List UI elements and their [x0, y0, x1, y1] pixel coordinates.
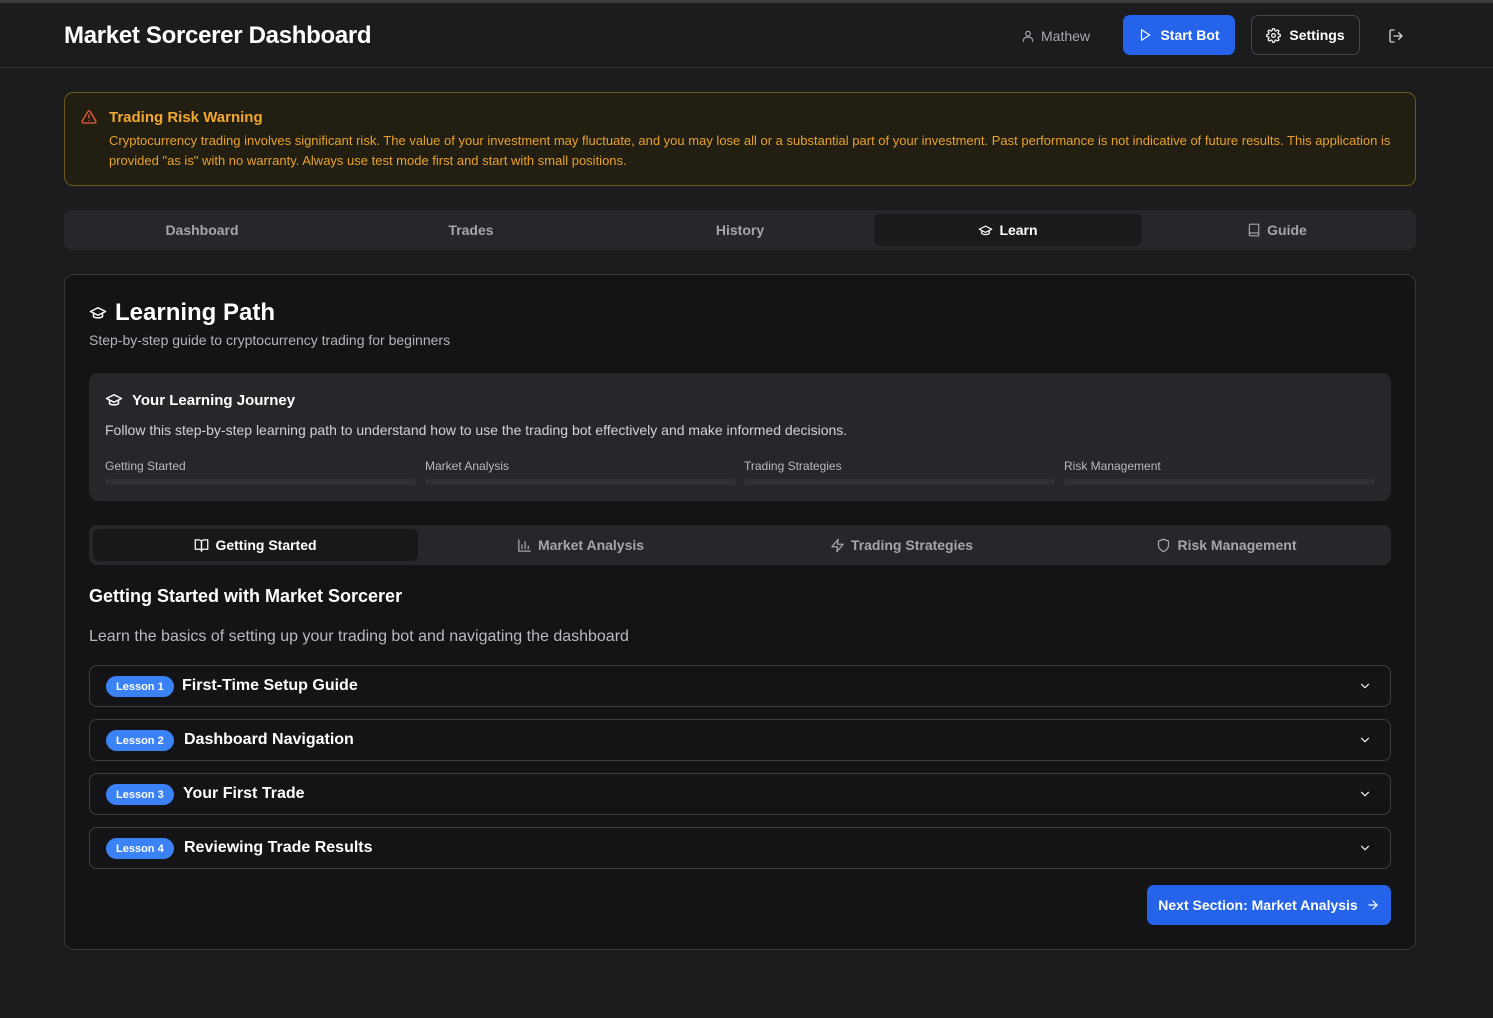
tab-label: Trades — [448, 222, 494, 238]
lesson-accordion-3[interactable]: Lesson 3 Your First Trade — [89, 773, 1391, 815]
warning-title: Trading Risk Warning — [109, 109, 263, 126]
tab-label: Market Analysis — [537, 537, 645, 553]
lesson-title: Reviewing Trade Results — [184, 839, 373, 856]
tab-trades[interactable]: Trades — [337, 214, 605, 246]
user-icon — [1021, 29, 1035, 43]
lesson-accordion-1[interactable]: Lesson 1 First-Time Setup Guide — [89, 665, 1391, 707]
lesson-title: Your First Trade — [183, 785, 305, 802]
shield-icon — [1156, 538, 1171, 553]
lesson-badge: Lesson 4 — [106, 838, 174, 859]
book-open-icon — [194, 538, 209, 553]
app-title: Market Sorcerer Dashboard — [64, 22, 372, 49]
progress-bar — [744, 479, 1055, 485]
progress-label: Market Analysis — [425, 459, 510, 473]
gear-icon — [1266, 27, 1282, 43]
start-bot-button[interactable]: Start Bot — [1123, 15, 1235, 55]
top-header: Market Sorcerer Dashboard Mathew Start B… — [0, 3, 1493, 68]
progress-label: Getting Started — [105, 459, 186, 473]
tab-label: Trading Strategies — [850, 537, 974, 553]
tab-trading-strategies[interactable]: Trading Strategies — [739, 529, 1064, 561]
section-title: Getting Started with Market Sorcerer — [89, 586, 403, 606]
lesson-title: First-Time Setup Guide — [182, 677, 358, 694]
chevron-down-icon — [1358, 841, 1372, 855]
lesson-title: Dashboard Navigation — [184, 731, 354, 748]
chevron-down-icon — [1358, 679, 1372, 693]
tab-guide[interactable]: Guide — [1143, 214, 1411, 246]
tab-risk-management[interactable]: Risk Management — [1064, 529, 1389, 561]
graduation-cap-icon — [105, 391, 123, 409]
warning-triangle-icon — [81, 109, 97, 125]
learning-journey-panel: Your Learning Journey Follow this step-b… — [89, 373, 1391, 501]
logout-button[interactable] — [1386, 26, 1406, 46]
progress-bar — [1064, 479, 1375, 485]
progress-label: Risk Management — [1064, 459, 1161, 473]
lesson-badge: Lesson 2 — [106, 730, 174, 751]
journey-title: Your Learning Journey — [105, 391, 295, 409]
risk-warning-banner: Trading Risk Warning Cryptocurrency trad… — [64, 92, 1416, 186]
user-menu[interactable]: Mathew — [1021, 27, 1090, 45]
progress-bar — [105, 479, 416, 485]
book-icon — [1247, 223, 1261, 237]
tab-learn[interactable]: Learn — [874, 214, 1142, 246]
bar-chart-icon — [517, 538, 532, 553]
next-section-button[interactable]: Next Section: Market Analysis — [1147, 885, 1391, 925]
zap-icon — [830, 538, 845, 553]
lesson-badge: Lesson 1 — [106, 676, 174, 697]
progress-market-analysis: Market Analysis — [425, 458, 736, 485]
settings-label: Settings — [1289, 27, 1345, 43]
lesson-accordion-4[interactable]: Lesson 4 Reviewing Trade Results — [89, 827, 1391, 869]
graduation-cap-icon — [89, 304, 107, 322]
learning-section-tabs: Getting Started Market Analysis Trading … — [89, 525, 1391, 565]
next-section-label: Next Section: Market Analysis — [1158, 897, 1358, 913]
arrow-right-icon — [1366, 898, 1380, 912]
warning-text: Cryptocurrency trading involves signific… — [109, 133, 1391, 168]
tab-label: Guide — [1267, 222, 1307, 238]
tab-label: Learn — [999, 222, 1038, 238]
progress-trading-strategies: Trading Strategies — [744, 458, 1055, 485]
tab-dashboard[interactable]: Dashboard — [68, 214, 336, 246]
chevron-down-icon — [1358, 787, 1372, 801]
settings-button[interactable]: Settings — [1251, 15, 1360, 55]
section-subtitle: Learn the basics of setting up your trad… — [89, 628, 629, 645]
graduation-cap-icon — [978, 223, 993, 238]
learning-path-title: Learning Path — [89, 299, 275, 327]
chevron-down-icon — [1358, 733, 1372, 747]
journey-description: Follow this step-by-step learning path t… — [105, 422, 848, 438]
learning-path-subtitle: Step-by-step guide to cryptocurrency tra… — [89, 332, 451, 348]
main-tab-bar: Dashboard Trades History Learn Guide — [64, 210, 1416, 250]
progress-label: Trading Strategies — [744, 459, 842, 473]
tab-history[interactable]: History — [606, 214, 874, 246]
lesson-accordion-2[interactable]: Lesson 2 Dashboard Navigation — [89, 719, 1391, 761]
progress-bar — [425, 479, 736, 485]
tab-getting-started[interactable]: Getting Started — [93, 529, 418, 561]
user-name: Mathew — [1041, 28, 1091, 44]
logout-icon — [1388, 28, 1404, 44]
start-bot-label: Start Bot — [1160, 27, 1220, 43]
progress-risk-management: Risk Management — [1064, 458, 1375, 485]
play-icon — [1138, 28, 1152, 42]
progress-getting-started: Getting Started — [105, 458, 416, 485]
tab-label: History — [715, 222, 765, 238]
tab-market-analysis[interactable]: Market Analysis — [418, 529, 743, 561]
tab-label: Getting Started — [215, 537, 317, 553]
learning-path-title-text: Learning Path — [115, 299, 276, 326]
journey-title-text: Your Learning Journey — [132, 391, 296, 409]
tab-label: Risk Management — [1177, 537, 1297, 553]
lesson-badge: Lesson 3 — [106, 784, 174, 805]
learning-path-card: Learning Path Step-by-step guide to cryp… — [64, 274, 1416, 950]
tab-label: Dashboard — [165, 222, 239, 238]
